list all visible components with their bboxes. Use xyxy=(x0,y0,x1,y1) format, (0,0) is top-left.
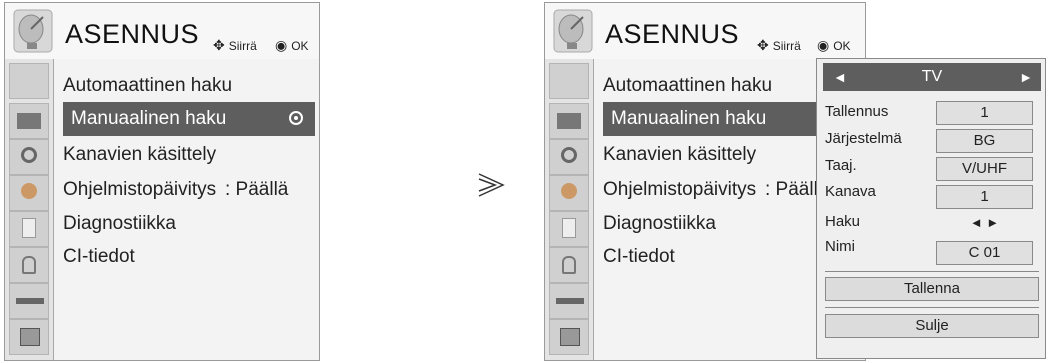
storage-label: Tallennus xyxy=(825,103,889,120)
band-field[interactable]: V/UHF xyxy=(936,157,1033,181)
menu-item-software-update[interactable]: Ohjelmistopäivitys : Päällä xyxy=(63,179,313,201)
selected-radio-icon xyxy=(289,111,303,125)
menu-item-value: : Päällä xyxy=(765,179,817,200)
lock-category-icon[interactable] xyxy=(549,247,589,283)
audio-category-icon[interactable] xyxy=(549,139,589,175)
move-arrows-icon: ✥ xyxy=(213,37,225,53)
menu-item-automatic-search[interactable]: Automaattinen haku xyxy=(603,75,772,97)
hint-ok-label: OK xyxy=(833,39,851,53)
menu-item-diagnostics[interactable]: Diagnostiikka xyxy=(63,213,176,235)
picture-category-icon[interactable] xyxy=(9,103,49,139)
dialog-header[interactable]: ◄ TV ► xyxy=(823,63,1041,91)
hint-ok-label: OK xyxy=(291,39,309,53)
menu-item-label: Ohjelmistopäivitys xyxy=(63,179,217,200)
system-label: Järjestelmä xyxy=(825,130,902,147)
divider xyxy=(825,271,1039,272)
page-title: ASENNUS xyxy=(65,19,200,49)
system-field[interactable]: BG xyxy=(936,129,1033,153)
menu-item-ci-info[interactable]: CI-tiedot xyxy=(63,246,135,268)
move-arrows-icon: ✥ xyxy=(757,37,769,53)
storage-field[interactable]: 1 xyxy=(936,101,1033,125)
audio-category-icon[interactable] xyxy=(9,139,49,175)
option-category-icon[interactable] xyxy=(549,211,589,247)
hint-ok: ◉ OK xyxy=(275,37,309,54)
hint-move-label: Siirrä xyxy=(228,39,257,53)
lock-category-icon[interactable] xyxy=(9,247,49,283)
input-category-icon[interactable] xyxy=(9,283,49,319)
transition-arrow xyxy=(477,172,507,203)
channel-field[interactable]: 1 xyxy=(936,185,1033,209)
ok-circle-icon: ◉ xyxy=(817,37,830,53)
setup-category-icon[interactable] xyxy=(549,63,589,99)
ok-circle-icon: ◉ xyxy=(275,37,288,53)
arrow-right-icon[interactable]: ► xyxy=(1019,69,1033,85)
menu-header: ASENNUS ✥ Siirrä ◉ OK xyxy=(5,3,319,59)
hint-move-label: Siirrä xyxy=(772,39,801,53)
page-title: ASENNUS xyxy=(605,19,740,49)
menu-item-manual-search[interactable]: Manuaalinen haku xyxy=(603,102,817,136)
manual-search-dialog: ◄ TV ► Tallennus 1 Järjestelmä BG Taaj. … xyxy=(816,58,1046,359)
menu-item-channel-edit[interactable]: Kanavien käsittely xyxy=(63,144,216,166)
search-arrows[interactable]: ◄ ► xyxy=(936,215,1033,230)
time-category-icon[interactable] xyxy=(9,175,49,211)
menu-item-label: Manuaalinen haku xyxy=(611,108,767,129)
hint-move: ✥ Siirrä xyxy=(757,37,801,54)
menu-item-channel-edit[interactable]: Kanavien käsittely xyxy=(603,144,756,166)
save-button[interactable]: Tallenna xyxy=(825,277,1039,301)
category-icon-bar xyxy=(5,59,54,360)
menu-item-value: : Päällä xyxy=(225,179,289,200)
picture-category-icon[interactable] xyxy=(549,103,589,139)
name-label: Nimi xyxy=(825,238,855,255)
menu-item-label: Ohjelmistopäivitys xyxy=(603,179,757,200)
menu-item-ci-info[interactable]: CI-tiedot xyxy=(603,246,675,268)
menu-item-automatic-search[interactable]: Automaattinen haku xyxy=(63,75,232,97)
usb-category-icon[interactable] xyxy=(549,319,589,355)
double-chevron-right-icon xyxy=(478,173,505,197)
close-button[interactable]: Sulje xyxy=(825,314,1039,338)
menu-item-manual-search[interactable]: Manuaalinen haku xyxy=(63,102,315,136)
time-category-icon[interactable] xyxy=(549,175,589,211)
search-label: Haku xyxy=(825,213,861,230)
menu-header: ASENNUS ✥ Siirrä ◉ OK xyxy=(545,3,865,59)
setup-menu-panel: ASENNUS ✥ Siirrä ◉ OK Automaattinen haku M… xyxy=(4,2,320,361)
category-icon-bar xyxy=(545,59,594,360)
divider xyxy=(825,307,1039,308)
band-label: Taaj. xyxy=(825,157,857,174)
menu-item-diagnostics[interactable]: Diagnostiikka xyxy=(603,213,716,235)
satellite-dish-icon xyxy=(13,9,53,53)
dialog-title: TV xyxy=(921,68,943,85)
hint-ok: ◉ OK xyxy=(817,37,851,54)
option-category-icon[interactable] xyxy=(9,211,49,247)
menu-item-software-update[interactable]: Ohjelmistopäivitys : Päällä xyxy=(603,179,817,201)
menu-item-label: Manuaalinen haku xyxy=(71,108,227,129)
hint-move: ✥ Siirrä xyxy=(213,37,257,54)
name-field[interactable]: C 01 xyxy=(936,241,1033,265)
usb-category-icon[interactable] xyxy=(9,319,49,355)
satellite-dish-icon xyxy=(553,9,593,53)
setup-category-icon[interactable] xyxy=(9,63,49,99)
input-category-icon[interactable] xyxy=(549,283,589,319)
channel-label: Kanava xyxy=(825,183,876,200)
